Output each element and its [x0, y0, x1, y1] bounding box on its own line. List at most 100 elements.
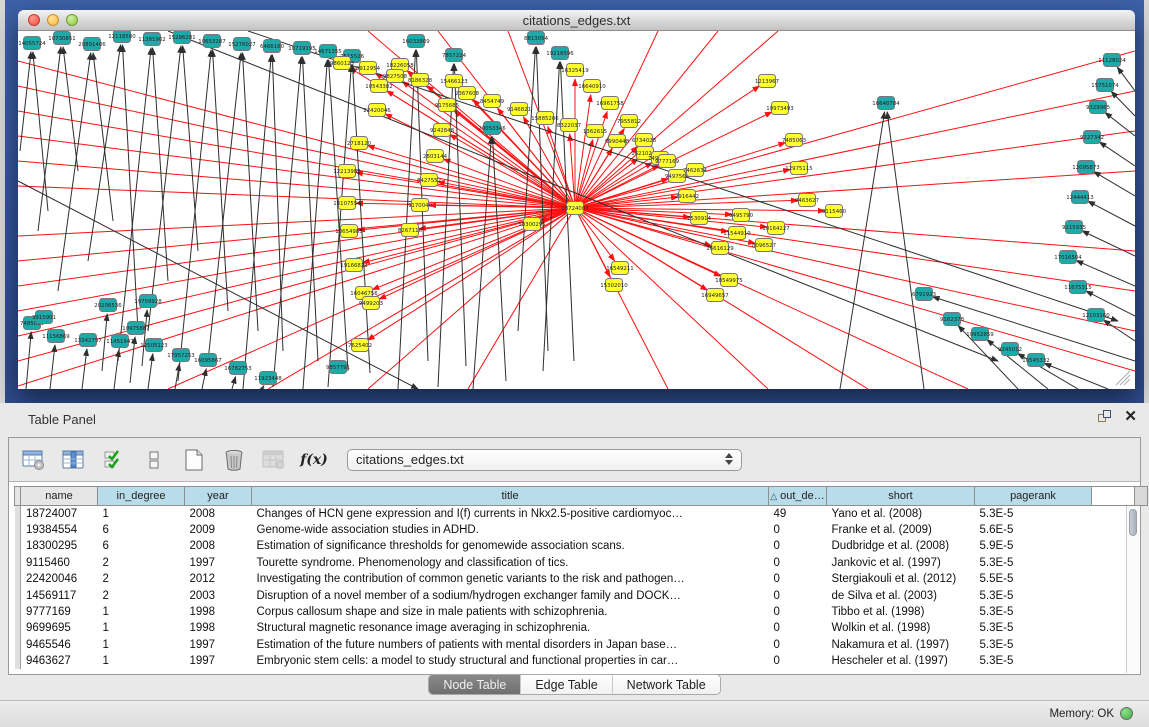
- table-cell[interactable]: 1998: [185, 604, 252, 620]
- table-cell[interactable]: 6: [98, 522, 185, 538]
- graph-node[interactable]: 10164227: [762, 222, 789, 235]
- table-cell[interactable]: Nakamura et al. (1997): [827, 637, 975, 653]
- graph-node[interactable]: 6734028: [632, 134, 657, 147]
- table-cell[interactable]: 0: [769, 571, 827, 587]
- table-cell[interactable]: 14569117: [21, 587, 98, 603]
- graph-node[interactable]: 10730851: [48, 32, 75, 45]
- table-row[interactable]: 1456911722003Disruption of a novel membe…: [15, 587, 1148, 603]
- table-cell[interactable]: 5.9E-5: [975, 538, 1092, 554]
- table-cell[interactable]: Franke et al. (2009): [827, 522, 975, 538]
- graph-node[interactable]: 9495790: [729, 209, 754, 222]
- table-cell[interactable]: 1: [98, 604, 185, 620]
- table-row[interactable]: 911546021997Tourette syndrome. Phenomeno…: [15, 555, 1148, 571]
- table-cell[interactable]: 1997: [185, 555, 252, 571]
- graph-node[interactable]: 7485063: [782, 134, 806, 147]
- table-cell[interactable]: 0: [769, 587, 827, 603]
- graph-node[interactable]: 9115460: [822, 205, 847, 218]
- graph-node[interactable]: 8813054: [524, 32, 549, 45]
- table-cell[interactable]: 6: [98, 538, 185, 554]
- column-header-pagerank[interactable]: pagerank: [975, 487, 1092, 506]
- graph-node[interactable]: 9170040: [408, 199, 433, 212]
- function-builder-icon[interactable]: f(x): [301, 447, 327, 473]
- table-cell[interactable]: Structural magnetic resonance image aver…: [252, 620, 769, 636]
- graph-node[interactable]: 2916442: [675, 190, 699, 203]
- graph-node[interactable]: 8096527: [752, 239, 776, 252]
- table-cell[interactable]: 2: [98, 587, 185, 603]
- graph-node[interactable]: 9215935: [1062, 221, 1086, 234]
- graph-node[interactable]: 9329965: [1086, 101, 1110, 114]
- table-row[interactable]: 1938455462009Genome-wide association stu…: [15, 522, 1148, 538]
- graph-node[interactable]: 8427552: [417, 174, 441, 187]
- graph-node[interactable]: 7530914: [687, 212, 712, 225]
- table-cell[interactable]: 9777169: [21, 604, 98, 620]
- graph-node[interactable]: 9860123: [330, 57, 354, 70]
- graph-node[interactable]: 16648784: [872, 97, 900, 110]
- table-cell[interactable]: 5.3E-5: [975, 587, 1092, 603]
- graph-node[interactable]: 15466123: [440, 75, 467, 88]
- close-icon[interactable]: ✕: [1124, 410, 1137, 424]
- graph-node[interactable]: 8267110: [398, 224, 423, 237]
- graph-node[interactable]: 16033809: [402, 35, 430, 48]
- table-cell[interactable]: 2009: [185, 522, 252, 538]
- graph-node[interactable]: 16095867: [194, 354, 221, 367]
- import-table-icon[interactable]: [261, 447, 287, 473]
- table-cell[interactable]: 0: [769, 522, 827, 538]
- table-cell[interactable]: 0: [769, 620, 827, 636]
- graph-node[interactable]: 11128024: [1098, 54, 1126, 67]
- graph-node[interactable]: 15302010: [600, 279, 628, 292]
- table-cell[interactable]: 5.3E-5: [975, 604, 1092, 620]
- table-cell[interactable]: 22420046: [21, 571, 98, 587]
- table-cell[interactable]: 1998: [185, 620, 252, 636]
- graph-node[interactable]: 14671355: [314, 45, 341, 58]
- graph-node[interactable]: 20891406: [78, 38, 106, 51]
- table-cell[interactable]: 5.3E-5: [975, 506, 1092, 522]
- table-row[interactable]: 977716911998Corpus callosum shape and si…: [15, 604, 1148, 620]
- graph-node[interactable]: 19759928: [134, 295, 162, 308]
- graph-node[interactable]: 7955812: [617, 115, 641, 128]
- graph-node[interactable]: 1213967: [755, 75, 779, 88]
- graph-node[interactable]: 2803144: [423, 150, 448, 163]
- tab-network-table[interactable]: Network Table: [613, 675, 720, 694]
- table-row[interactable]: 946554611997Estimation of the future num…: [15, 637, 1148, 653]
- table-cell[interactable]: Changes of HCN gene expression and I(f) …: [252, 506, 769, 522]
- table-selector-dropdown[interactable]: citations_edges.txt: [347, 449, 742, 471]
- graph-node[interactable]: 3915901: [32, 311, 56, 324]
- graph-node[interactable]: 18300295: [518, 218, 545, 231]
- table-cell[interactable]: Hescheler et al. (1997): [827, 653, 975, 669]
- graph-node[interactable]: 2367608: [455, 87, 480, 100]
- table-cell[interactable]: 5.6E-5: [975, 522, 1092, 538]
- table-cell[interactable]: 9463627: [21, 653, 98, 669]
- table-cell[interactable]: 1: [98, 653, 185, 669]
- table-cell[interactable]: Stergiakouli et al. (2012): [827, 571, 975, 587]
- table-row[interactable]: 1830029562008Estimation of significance …: [15, 538, 1148, 554]
- table-cell[interactable]: Dudbridge et al. (2008): [827, 538, 975, 554]
- network-canvas[interactable]: 1405572410730851208914061211858011381902…: [18, 31, 1135, 389]
- table-row[interactable]: 1872400712008Changes of HCN gene express…: [15, 506, 1148, 522]
- graph-node[interactable]: 9162378: [940, 313, 965, 326]
- graph-node[interactable]: 16616129: [706, 242, 734, 255]
- graph-node[interactable]: 6466160: [260, 40, 285, 53]
- graph-node[interactable]: 8186328: [408, 74, 433, 87]
- table-cell[interactable]: Estimation of significance thresholds fo…: [252, 538, 769, 554]
- table-cell[interactable]: 1: [98, 637, 185, 653]
- graph-node[interactable]: 16782753: [224, 362, 251, 375]
- table-cell[interactable]: 2003: [185, 587, 252, 603]
- table-cell[interactable]: 5.3E-5: [975, 555, 1092, 571]
- table-cell[interactable]: 1: [98, 620, 185, 636]
- table-cell[interactable]: 0: [769, 604, 827, 620]
- table-cell[interactable]: 18300295: [21, 538, 98, 554]
- table-row[interactable]: 946362711997Embryonic stem cells: a mode…: [15, 653, 1148, 669]
- graph-node[interactable]: 12118580: [108, 31, 136, 43]
- table-cell[interactable]: 18724007: [21, 506, 98, 522]
- table-cell[interactable]: 9699695: [21, 620, 98, 636]
- graph-node[interactable]: 9242848: [430, 124, 455, 137]
- graph-node[interactable]: 8990448: [605, 135, 630, 148]
- network-graph[interactable]: 1405572410730851208914061211858011381902…: [18, 31, 1135, 389]
- graph-node[interactable]: 16961758: [596, 97, 624, 110]
- table-settings-icon[interactable]: [21, 447, 47, 473]
- graph-node[interactable]: 12095873: [1072, 161, 1099, 174]
- table-row[interactable]: 969969511998Structural magnetic resonanc…: [15, 620, 1148, 636]
- graph-node[interactable]: 9777169: [655, 155, 680, 168]
- table-cell[interactable]: Disruption of a novel member of a sodium…: [252, 587, 769, 603]
- table-cell[interactable]: 2: [98, 555, 185, 571]
